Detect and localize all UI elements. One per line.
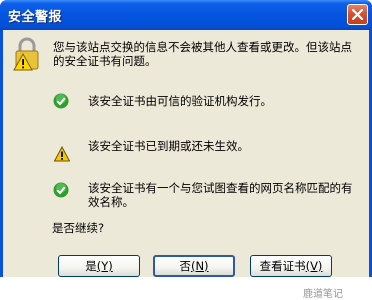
yes-button-label: 是 (85, 259, 97, 273)
intro-line-1: 您与该站点交换的信息不会被其他人查看或更改。但该站点 (53, 40, 352, 54)
close-icon (352, 9, 363, 20)
view-certificate-button[interactable]: 查看证书(V) (250, 255, 332, 277)
view-certificate-button-label: 查看证书 (259, 259, 306, 273)
check-1-text: 该安全证书由可信的验证机构发行。 (88, 94, 272, 108)
yes-button[interactable]: 是(Y) (58, 255, 140, 277)
check-3-line-2: 效名称。 (88, 195, 134, 209)
lock-warning-icon (13, 37, 39, 71)
window-title: 安全警报 (8, 10, 63, 25)
title-bar[interactable]: 安全警报 (0, 0, 372, 30)
warning-icon (54, 146, 70, 162)
check-ok-icon (53, 93, 69, 109)
no-button[interactable]: 否(N) (153, 255, 235, 277)
continue-question: 是否继续? (52, 221, 105, 235)
no-button-label: 否 (179, 259, 191, 273)
check-ok-icon (53, 182, 69, 198)
dialog-body: 您与该站点交换的信息不会被其他人查看或更改。但该站点 的安全证书有问题。 该安全… (3, 30, 369, 300)
close-button[interactable] (347, 4, 368, 25)
yes-button-accel: (Y) (96, 259, 113, 273)
watermark: 鹿道笔记 (303, 289, 343, 300)
view-certificate-button-accel: (V) (305, 259, 323, 273)
intro-line-2: 的安全证书有问题。 (53, 54, 157, 68)
check-2-text: 该安全证书已到期或还未生效。 (88, 139, 249, 153)
security-alert-dialog: 安全警报 您与该站点交换的信息不会被其他人查看或更改。但该站点 的安全证书有问题… (0, 0, 372, 300)
no-button-accel: (N) (190, 259, 209, 273)
check-3-line-1: 该安全证书有一个与您试图查看的网页名称匹配的有 (88, 181, 353, 195)
